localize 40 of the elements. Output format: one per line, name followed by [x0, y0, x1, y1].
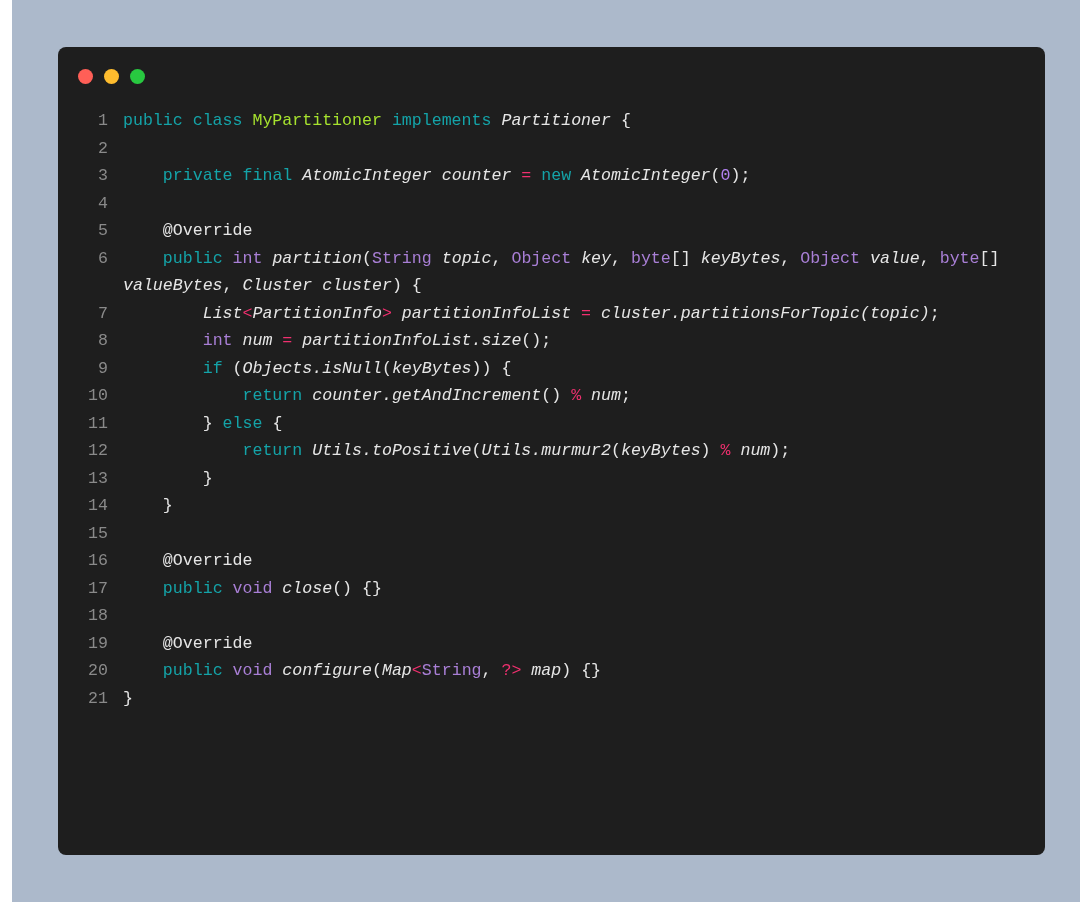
line-number: 6 — [97, 247, 108, 270]
code-line: private final AtomicInteger counter = new AtomicInteger(0); — [161, 166, 751, 185]
code-line: public void configure(Map<String, ?> map) {} — [161, 661, 602, 680]
window-control-dot[interactable] — [104, 69, 119, 84]
window-control-dot[interactable] — [78, 69, 93, 84]
line-number: 11 — [87, 412, 108, 435]
line-number: 18 — [87, 605, 108, 627]
line-number: 14 — [87, 495, 108, 517]
code-line: @Override — [161, 551, 253, 570]
line-number: 17 — [87, 577, 108, 600]
code-line: return counter.getAndIncrement() % num; — [241, 386, 631, 405]
line-number: 15 — [87, 522, 108, 545]
line-number: 4 — [97, 192, 108, 215]
line-number: 20 — [87, 660, 108, 682]
window-control-dot[interactable] — [130, 69, 145, 84]
code-line: public class MyPartitioner implements Partitioner { — [123, 111, 631, 130]
code-line: List<PartitionInfo> partitionInfoList = cluster.partitionsForTopic(topic); — [201, 303, 940, 323]
code-line: } — [161, 496, 173, 515]
line-number: 19 — [87, 632, 108, 655]
line-number: 5 — [97, 220, 108, 242]
code-line: if (Objects.isNull(keyBytes)) { — [201, 358, 512, 378]
line-number: 9 — [97, 357, 108, 380]
code-line: } — [123, 688, 133, 708]
code-line: } — [201, 468, 213, 488]
code-line: @Override — [161, 221, 253, 240]
line-number: 16 — [87, 550, 108, 572]
code-line: return Utils.toPositive(Utils.murmur2(keyBytes) % num); — [241, 441, 791, 460]
line-number: 10 — [87, 385, 108, 407]
line-number: 12 — [87, 440, 108, 462]
code-line: } else { — [201, 413, 283, 433]
line-number: 21 — [87, 687, 108, 710]
line-number: 13 — [87, 467, 108, 490]
line-number: 3 — [97, 165, 108, 187]
code-line: @Override — [161, 633, 253, 653]
code-line: int num = partitionInfoList.size(); — [201, 331, 552, 350]
line-number: 2 — [97, 137, 108, 160]
line-number: 1 — [97, 110, 108, 132]
code-line: public void close() {} — [161, 578, 382, 598]
line-number: 8 — [97, 330, 108, 352]
line-number: 7 — [97, 302, 108, 325]
